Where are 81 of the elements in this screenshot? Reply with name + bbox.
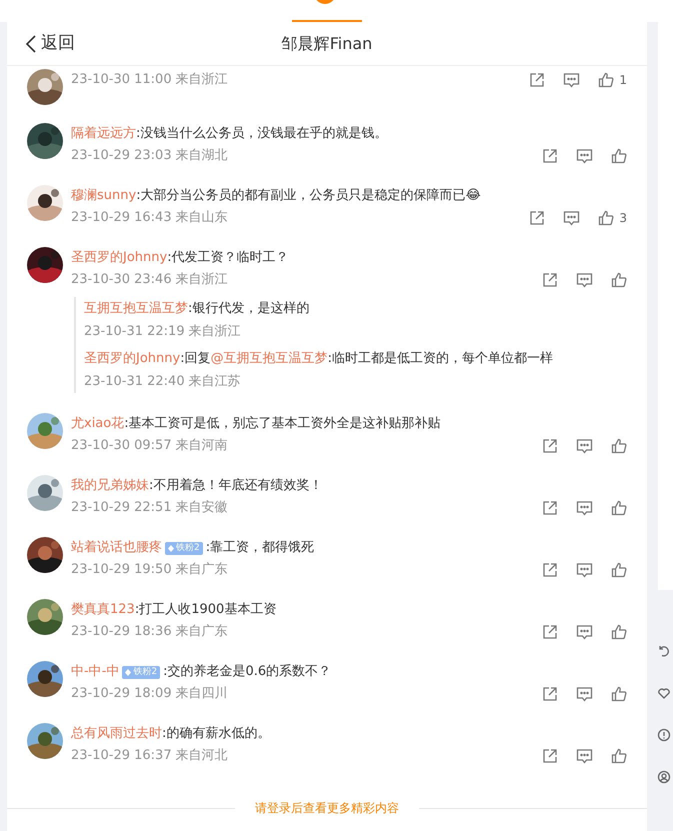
- refresh-icon[interactable]: [657, 644, 671, 658]
- share-icon[interactable]: [542, 686, 558, 702]
- mention-link[interactable]: @互拥互抱互温互梦: [210, 347, 328, 371]
- share-icon[interactable]: [529, 210, 546, 226]
- comment-meta: 23-10-29 22:51 来自安徽: [71, 499, 228, 518]
- diamond-icon: [125, 668, 132, 676]
- username-link[interactable]: 圣西罗的Johnny: [84, 347, 180, 371]
- reply-text: :银行代发，是这样的: [188, 300, 310, 318]
- share-icon[interactable]: [542, 272, 558, 288]
- fan-badge: 铁粉2: [165, 542, 203, 554]
- thumbs-up-icon[interactable]: [611, 438, 627, 454]
- like-count: 3: [619, 210, 627, 227]
- comment-meta: 23-10-31 22:40 来自江苏: [84, 373, 242, 391]
- share-icon[interactable]: [542, 562, 558, 578]
- comment-meta: 23-10-29 16:43 来自山东: [71, 209, 228, 228]
- thumbs-up-icon[interactable]: [611, 148, 627, 164]
- share-icon[interactable]: [542, 500, 558, 516]
- comment-text: :代发工资？临时工？: [167, 249, 289, 267]
- username-link[interactable]: 我的兄弟姊妹: [71, 475, 149, 497]
- comment-text: :的确有薪水低的。: [162, 725, 270, 743]
- thumbs-up-icon[interactable]: [611, 500, 627, 516]
- comment-text: :交的养老金是0.6的系数不？: [163, 663, 332, 681]
- thumbs-up-icon[interactable]: [611, 562, 627, 578]
- back-button[interactable]: 返回: [25, 30, 75, 56]
- comment-text: :不用着急！年底还有绩效奖！: [149, 477, 322, 495]
- thumbs-up-icon[interactable]: [598, 210, 614, 226]
- username-link[interactable]: 互拥互抱互温互梦: [84, 297, 188, 321]
- username-link[interactable]: 圣西罗的Johnny: [71, 247, 168, 269]
- thumbs-up-icon[interactable]: [611, 272, 627, 288]
- comment-text: :大部分当公务员的都有副业，公务员只是稳定的保障而已😂: [136, 187, 481, 205]
- comment-text: :没钱当什么公务员，没钱最在乎的就是钱。: [136, 125, 388, 143]
- comment-meta: 23-10-29 16:37 来自河北: [71, 747, 228, 766]
- comment-icon[interactable]: [576, 272, 593, 288]
- comment-meta: 23-10-29 23:03 来自湖北: [71, 147, 228, 166]
- user-icon[interactable]: [657, 770, 671, 784]
- share-icon[interactable]: [529, 72, 546, 88]
- username-link[interactable]: 站着说话也腰疼: [71, 537, 162, 559]
- like-count: 1: [619, 72, 627, 89]
- username-link[interactable]: 尤xiao花: [71, 413, 124, 435]
- comment-text: :基本工资可是低，别忘了基本工资外全是这补贴那补贴: [124, 415, 441, 433]
- comment-meta: 23-10-29 18:09 来自四川: [71, 685, 228, 704]
- comment-icon[interactable]: [576, 624, 593, 640]
- thumbs-up-icon[interactable]: [611, 686, 627, 702]
- comment-text: :打工人收1900基本工资: [134, 601, 276, 619]
- thumbs-up-icon[interactable]: [611, 624, 627, 640]
- reply-label: :回复: [180, 350, 211, 368]
- username-link[interactable]: 中-中-中: [71, 661, 120, 683]
- comment-text: :靠工资，都得饿死: [206, 539, 314, 557]
- username-link[interactable]: 穆澜sunny: [71, 185, 136, 207]
- comment-icon[interactable]: [576, 562, 593, 578]
- active-tab-indicator: [292, 20, 362, 22]
- page-title: 邹晨辉Finan: [282, 32, 372, 54]
- diamond-icon: [168, 544, 174, 552]
- comment-icon[interactable]: [563, 210, 580, 226]
- alert-icon[interactable]: [657, 728, 671, 742]
- comment-icon[interactable]: [576, 438, 593, 454]
- chevron-left-icon: [25, 34, 37, 52]
- comment-icon[interactable]: [563, 72, 580, 88]
- reply-text: :临时工都是低工资的，每个单位都一样: [328, 350, 553, 368]
- thumbs-up-icon[interactable]: [598, 72, 614, 88]
- comment-meta: 23-10-29 18:36 来自广东: [71, 623, 228, 642]
- thumbs-up-icon[interactable]: [611, 748, 627, 764]
- username-link[interactable]: 樊真真123: [71, 599, 135, 621]
- username-link[interactable]: 隔着远远方: [71, 123, 136, 145]
- comment-meta: 23-10-29 19:50 来自广东: [71, 561, 228, 580]
- comment-meta: 23-10-30 23:46 来自浙江: [71, 271, 228, 290]
- share-icon[interactable]: [542, 624, 558, 640]
- fan-badge: 铁粉2: [122, 666, 160, 678]
- comment-icon[interactable]: [576, 148, 593, 164]
- share-icon[interactable]: [542, 748, 558, 764]
- share-icon[interactable]: [542, 438, 558, 454]
- login-prompt-link[interactable]: 请登录后查看更多精彩内容: [235, 799, 419, 817]
- comment-icon[interactable]: [576, 686, 593, 702]
- comment-meta: 23-10-31 22:19 来自浙江: [84, 323, 242, 341]
- comment-meta: 23-10-30 11:00 来自浙江: [71, 71, 228, 90]
- comment-meta: 23-10-30 09:57 来自河南: [71, 437, 228, 456]
- comment-icon[interactable]: [576, 748, 593, 764]
- heart-icon[interactable]: [657, 686, 671, 700]
- username-link[interactable]: 总有风雨过去时: [71, 723, 162, 745]
- share-icon[interactable]: [542, 148, 558, 164]
- comment-icon[interactable]: [576, 500, 593, 516]
